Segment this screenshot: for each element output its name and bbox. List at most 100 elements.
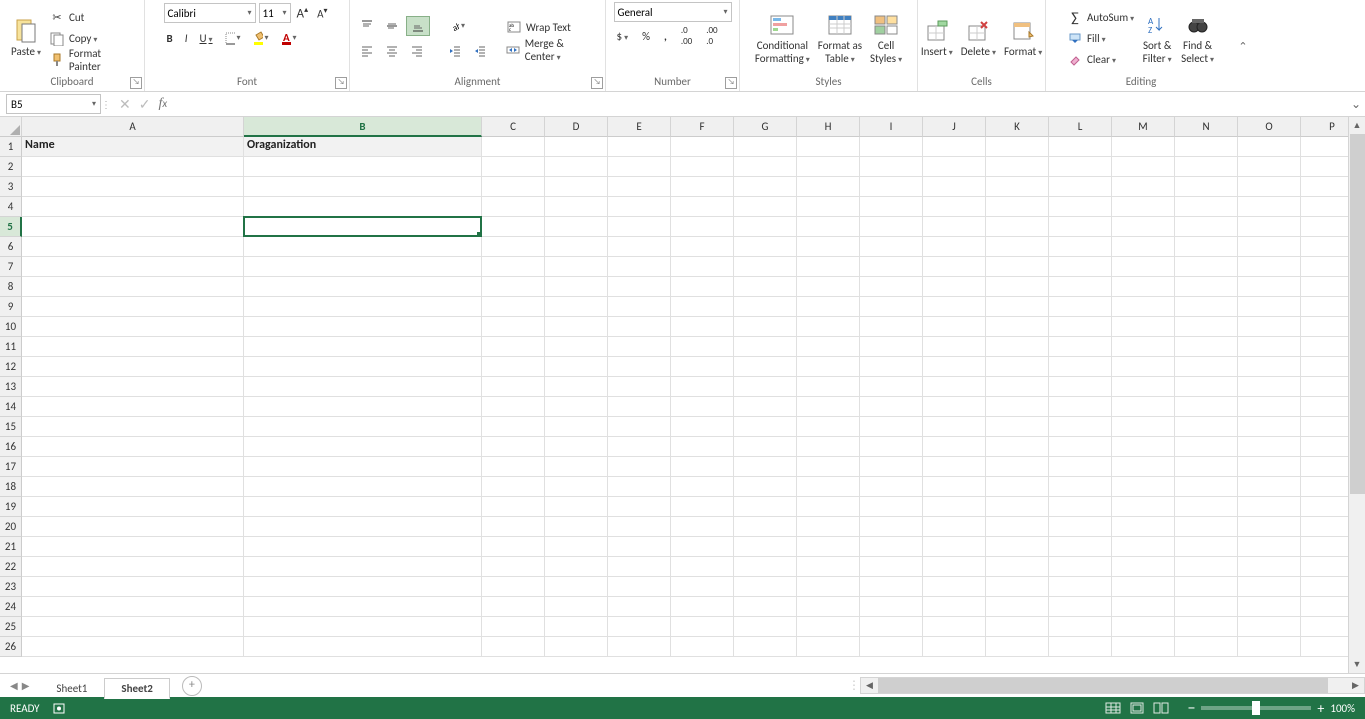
cell-H25[interactable] <box>797 617 860 637</box>
cell-D12[interactable] <box>545 357 608 377</box>
row-header-19[interactable]: 19 <box>0 497 22 517</box>
cell-B14[interactable] <box>244 397 482 417</box>
cell-E22[interactable] <box>608 557 671 577</box>
row-header-16[interactable]: 16 <box>0 437 22 457</box>
cell-H5[interactable] <box>797 217 860 237</box>
cell-N23[interactable] <box>1175 577 1238 597</box>
cell-L24[interactable] <box>1049 597 1112 617</box>
vertical-scroll-thumb[interactable] <box>1350 134 1365 494</box>
cell-O4[interactable] <box>1238 197 1301 217</box>
col-header-O[interactable]: O <box>1238 117 1301 137</box>
cell-N18[interactable] <box>1175 477 1238 497</box>
cell-B24[interactable] <box>244 597 482 617</box>
cell-E2[interactable] <box>608 157 671 177</box>
scroll-up-arrow[interactable]: ▲ <box>1349 117 1365 134</box>
cell-E26[interactable] <box>608 637 671 657</box>
increase-indent-button[interactable] <box>469 41 491 61</box>
cell-K26[interactable] <box>986 637 1049 657</box>
cell-G4[interactable] <box>734 197 797 217</box>
cell-M1[interactable] <box>1112 137 1175 157</box>
cell-O17[interactable] <box>1238 457 1301 477</box>
cell-J24[interactable] <box>923 597 986 617</box>
cell-D22[interactable] <box>545 557 608 577</box>
cell-L18[interactable] <box>1049 477 1112 497</box>
cell-E5[interactable] <box>608 217 671 237</box>
decrease-font-button[interactable]: A▾ <box>314 3 330 23</box>
col-header-I[interactable]: I <box>860 117 923 137</box>
col-header-K[interactable]: K <box>986 117 1049 137</box>
cell-F1[interactable] <box>671 137 734 157</box>
merge-center-button[interactable]: Merge & Center <box>503 40 599 60</box>
cell-A14[interactable] <box>22 397 244 417</box>
cell-I8[interactable] <box>860 277 923 297</box>
cell-O21[interactable] <box>1238 537 1301 557</box>
decrease-indent-button[interactable] <box>444 41 466 61</box>
cell-E13[interactable] <box>608 377 671 397</box>
cell-I16[interactable] <box>860 437 923 457</box>
cell-B6[interactable] <box>244 237 482 257</box>
cell-L26[interactable] <box>1049 637 1112 657</box>
fill-button[interactable]: Fill <box>1064 29 1137 49</box>
underline-button[interactable]: U <box>196 28 215 48</box>
cell-D21[interactable] <box>545 537 608 557</box>
cell-J23[interactable] <box>923 577 986 597</box>
font-dialog-launcher[interactable] <box>335 77 347 89</box>
cell-F22[interactable] <box>671 557 734 577</box>
cell-J19[interactable] <box>923 497 986 517</box>
cell-A25[interactable] <box>22 617 244 637</box>
cell-B4[interactable] <box>244 197 482 217</box>
cell-M8[interactable] <box>1112 277 1175 297</box>
cell-M19[interactable] <box>1112 497 1175 517</box>
cell-I21[interactable] <box>860 537 923 557</box>
cell-E1[interactable] <box>608 137 671 157</box>
conditional-formatting-button[interactable]: ConditionalFormatting <box>751 6 814 72</box>
cell-K19[interactable] <box>986 497 1049 517</box>
cell-A18[interactable] <box>22 477 244 497</box>
cell-A21[interactable] <box>22 537 244 557</box>
cell-F12[interactable] <box>671 357 734 377</box>
horizontal-scroll-thumb[interactable] <box>878 678 1328 693</box>
cell-N10[interactable] <box>1175 317 1238 337</box>
percent-button[interactable]: % <box>639 26 653 46</box>
cell-I25[interactable] <box>860 617 923 637</box>
cell-L12[interactable] <box>1049 357 1112 377</box>
cell-C3[interactable] <box>482 177 545 197</box>
cell-C1[interactable] <box>482 137 545 157</box>
cell-E19[interactable] <box>608 497 671 517</box>
macro-record-icon[interactable] <box>52 701 66 715</box>
cell-E9[interactable] <box>608 297 671 317</box>
cell-O11[interactable] <box>1238 337 1301 357</box>
cell-O22[interactable] <box>1238 557 1301 577</box>
cell-J9[interactable] <box>923 297 986 317</box>
cell-B8[interactable] <box>244 277 482 297</box>
cell-N24[interactable] <box>1175 597 1238 617</box>
cell-I20[interactable] <box>860 517 923 537</box>
cell-K16[interactable] <box>986 437 1049 457</box>
sort-filter-button[interactable]: AZ Sort &Filter <box>1137 6 1177 72</box>
cell-E12[interactable] <box>608 357 671 377</box>
align-center-button[interactable] <box>381 41 403 61</box>
cell-D15[interactable] <box>545 417 608 437</box>
row-header-1[interactable]: 1 <box>0 137 22 157</box>
fill-handle[interactable] <box>477 232 482 237</box>
cell-D19[interactable] <box>545 497 608 517</box>
cell-G19[interactable] <box>734 497 797 517</box>
cell-K14[interactable] <box>986 397 1049 417</box>
new-sheet-button[interactable]: + <box>182 676 202 696</box>
cell-J7[interactable] <box>923 257 986 277</box>
cell-M12[interactable] <box>1112 357 1175 377</box>
cell-G6[interactable] <box>734 237 797 257</box>
copy-button[interactable]: Copy <box>46 29 138 49</box>
cell-K17[interactable] <box>986 457 1049 477</box>
align-middle-button[interactable] <box>381 16 403 36</box>
cell-O3[interactable] <box>1238 177 1301 197</box>
cell-N12[interactable] <box>1175 357 1238 377</box>
cell-A17[interactable] <box>22 457 244 477</box>
cell-N5[interactable] <box>1175 217 1238 237</box>
col-header-F[interactable]: F <box>671 117 734 137</box>
zoom-thumb[interactable] <box>1252 701 1260 715</box>
cell-D17[interactable] <box>545 457 608 477</box>
cell-K8[interactable] <box>986 277 1049 297</box>
cell-I17[interactable] <box>860 457 923 477</box>
cell-H23[interactable] <box>797 577 860 597</box>
